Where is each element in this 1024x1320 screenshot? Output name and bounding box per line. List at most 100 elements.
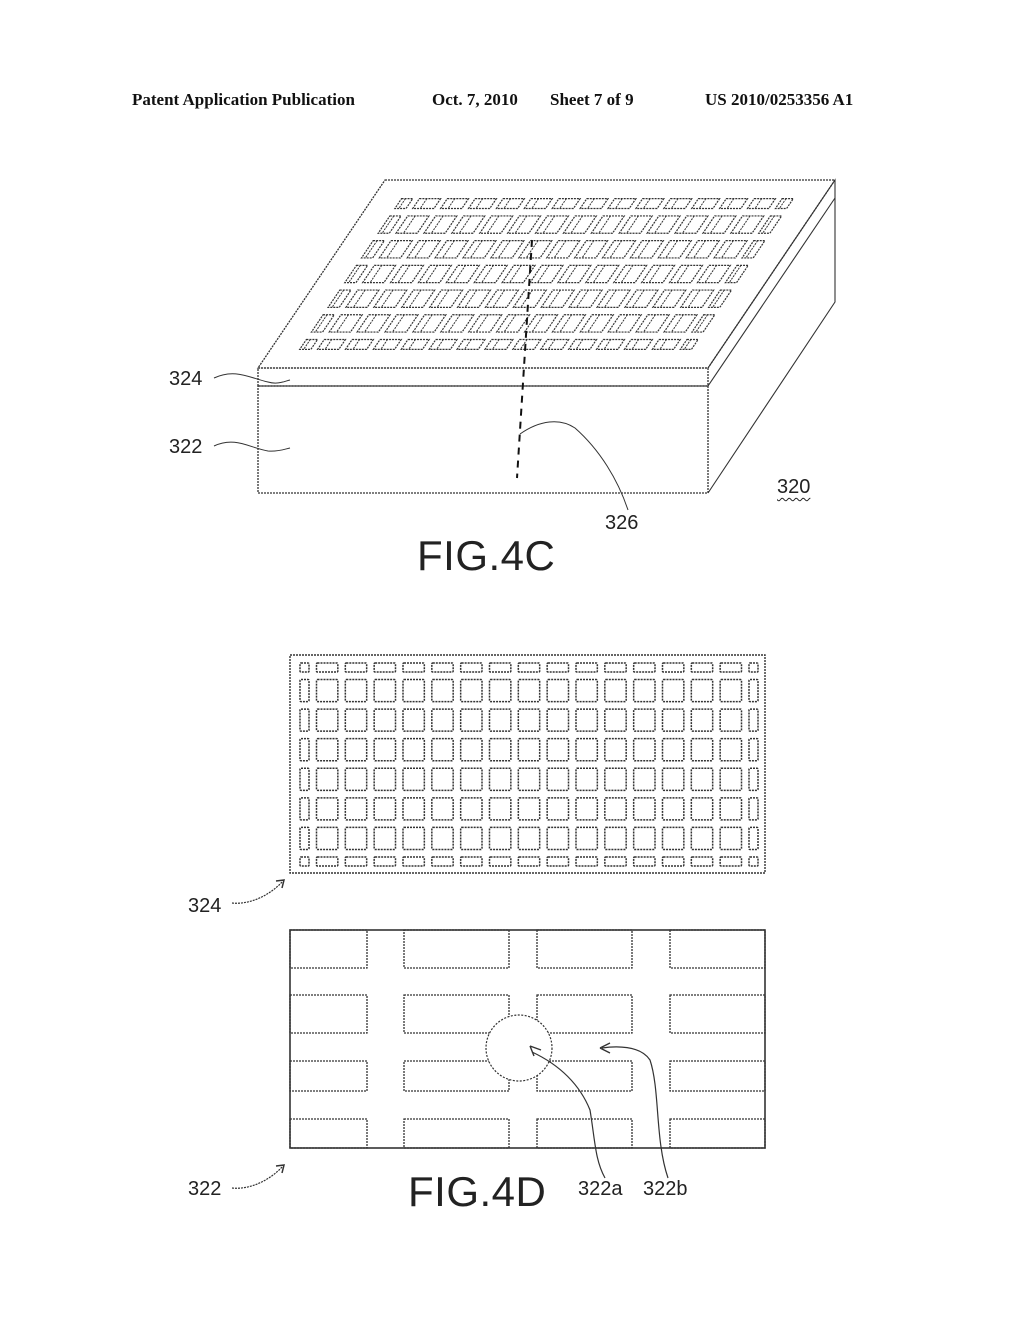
hole-wall xyxy=(709,215,723,234)
mesh-hole xyxy=(690,826,714,851)
mesh-hole xyxy=(719,737,743,762)
hole-wall xyxy=(397,265,411,283)
hole-wall xyxy=(352,339,361,350)
mesh-holes xyxy=(299,662,759,867)
mesh-hole xyxy=(431,662,454,673)
hole-3d xyxy=(618,215,654,234)
hole-wall xyxy=(464,339,472,350)
mesh-hole xyxy=(299,797,310,821)
mesh-hole xyxy=(517,767,541,792)
hole-wall xyxy=(726,198,735,209)
hole-3d xyxy=(590,215,626,234)
hole-wall xyxy=(369,265,383,283)
hole-3d xyxy=(484,289,520,308)
hole-3d xyxy=(595,289,632,308)
hole-grid-3d xyxy=(298,198,795,350)
hole-3d xyxy=(729,215,765,234)
mesh-hole xyxy=(299,737,310,762)
hole-3d xyxy=(551,198,582,210)
hole-wall xyxy=(481,265,494,283)
mesh-hole xyxy=(604,797,627,821)
hole-wall xyxy=(453,265,466,283)
label-322b: 322b xyxy=(643,1178,688,1200)
mesh-hole xyxy=(344,662,368,673)
mesh-hole xyxy=(748,767,759,792)
mesh-hole xyxy=(299,708,310,732)
mesh-hole xyxy=(344,767,368,792)
layer-322-front xyxy=(257,385,709,494)
hole-3d xyxy=(606,198,638,210)
hole-wall xyxy=(615,198,623,209)
hole-3d xyxy=(646,215,682,234)
hole-wall xyxy=(503,314,517,333)
mesh-hole xyxy=(373,737,397,762)
hole-wall xyxy=(531,198,539,209)
pattern-block xyxy=(289,1060,368,1092)
mesh-hole xyxy=(546,856,570,867)
layer-324-right-edge xyxy=(707,197,836,387)
hole-wall xyxy=(303,339,311,350)
hole-wall xyxy=(352,289,366,308)
mesh-hole xyxy=(431,678,454,703)
mesh-hole xyxy=(690,708,714,732)
mesh-hole xyxy=(488,678,512,703)
hole-3d xyxy=(640,264,676,284)
hole-wall xyxy=(637,240,650,259)
hole-3d xyxy=(461,240,498,259)
hole-wall xyxy=(737,215,751,234)
mesh-hole xyxy=(632,662,656,673)
hole-wall xyxy=(576,289,589,308)
hole-wall xyxy=(547,339,556,350)
mesh-hole xyxy=(315,662,339,673)
hole-wall xyxy=(419,314,433,333)
hole-3d xyxy=(506,215,542,234)
hole-wall xyxy=(492,289,505,308)
mesh-hole xyxy=(661,678,685,703)
hole-wall xyxy=(559,198,567,209)
hole-wall xyxy=(693,240,706,259)
hole-3d xyxy=(651,338,682,350)
hole-wall xyxy=(603,339,612,350)
mesh-hole xyxy=(690,737,714,762)
hole-3d xyxy=(701,215,737,234)
hole-wall xyxy=(392,314,405,333)
hole-3d xyxy=(584,264,620,284)
hole-3d xyxy=(523,198,554,210)
hole-wall xyxy=(436,339,444,350)
hole-3d xyxy=(344,289,380,308)
hole-3d xyxy=(439,198,470,210)
hole-3d xyxy=(746,198,777,210)
mesh-hole xyxy=(459,708,483,732)
hole-3d xyxy=(467,314,503,333)
mesh-hole xyxy=(748,678,759,703)
hole-wall xyxy=(683,339,692,350)
mesh-hole xyxy=(373,826,397,851)
hole-wall xyxy=(587,198,595,209)
mesh-hole xyxy=(373,856,397,867)
mesh-hole xyxy=(575,737,599,762)
hole-3d xyxy=(601,240,637,259)
mesh-hole xyxy=(546,826,570,851)
hole-3d xyxy=(540,289,576,308)
mesh-hole xyxy=(748,737,759,762)
mesh-hole xyxy=(459,767,483,792)
cut-line-326 xyxy=(516,239,533,479)
hole-3d xyxy=(623,289,659,308)
hole-wall xyxy=(475,314,489,333)
hole-3d xyxy=(456,289,492,308)
hole-wall xyxy=(430,215,444,234)
hole-3d xyxy=(545,240,581,259)
hole-3d xyxy=(495,314,531,333)
mesh-hole xyxy=(632,856,656,867)
hole-3d xyxy=(690,198,721,210)
hole-3d xyxy=(361,264,397,284)
mesh-hole xyxy=(402,767,426,792)
label-322a: 322a xyxy=(578,1178,623,1200)
hole-wall xyxy=(509,265,522,283)
hole-wall xyxy=(442,240,455,259)
hole-3d xyxy=(411,198,442,210)
hole-3d xyxy=(568,289,604,308)
hole-3d xyxy=(417,264,453,284)
hole-3d xyxy=(298,338,319,350)
hole-3d xyxy=(551,314,587,333)
